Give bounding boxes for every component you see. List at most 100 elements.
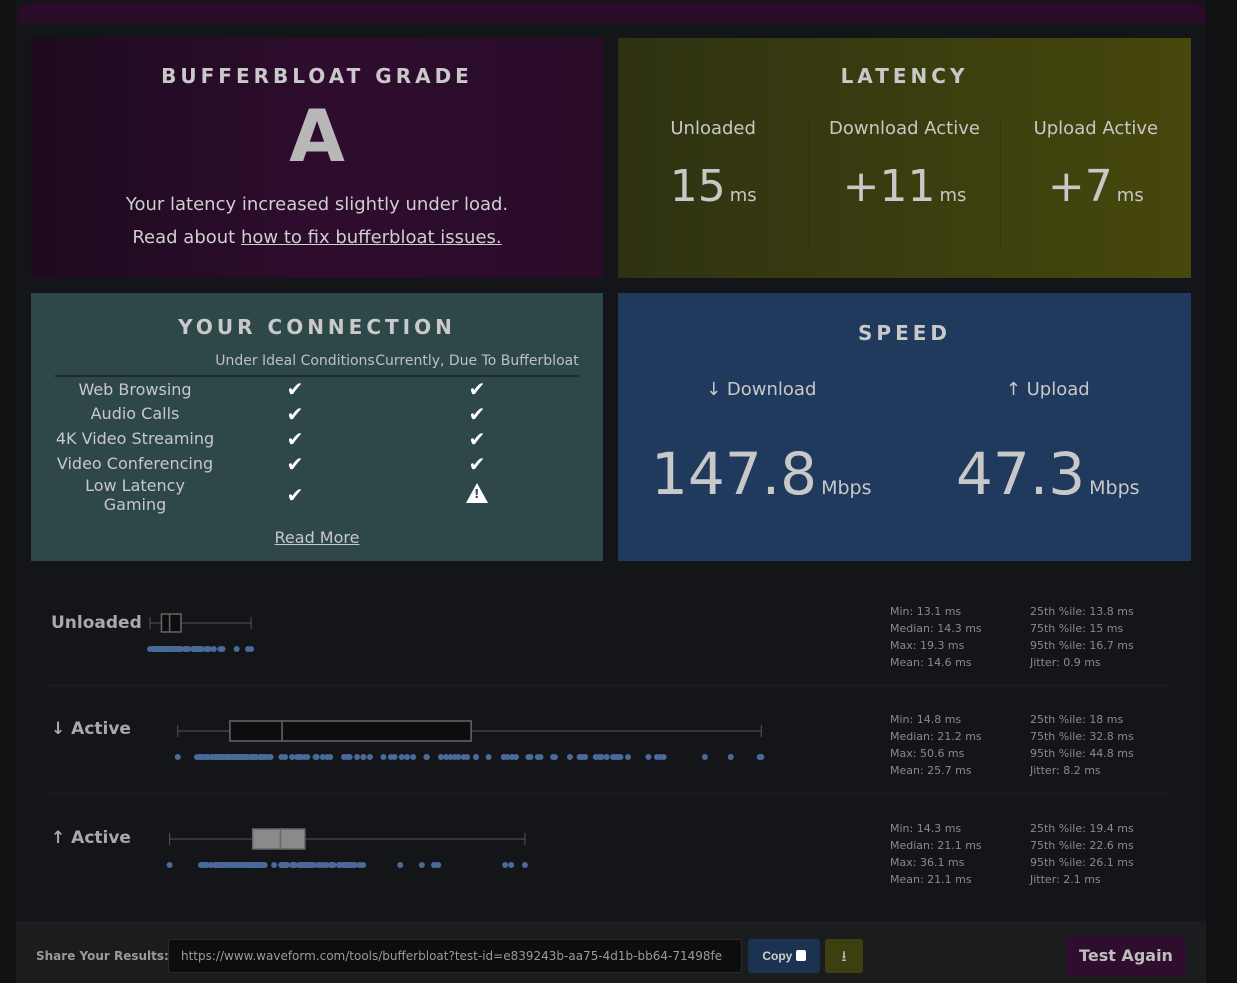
download-speed: ↓ Download 147.8 Mbps (618, 379, 905, 529)
sample-dot (508, 862, 515, 868)
sample-dot (258, 862, 265, 868)
sample-dot (653, 754, 660, 760)
speed-unit: Mbps (821, 477, 872, 499)
sample-dot (603, 754, 610, 760)
sample-dot (261, 754, 268, 760)
sample-dot (443, 754, 450, 760)
latency-value: +7 (1047, 161, 1113, 212)
check-icon: ✔ (286, 401, 304, 426)
sample-dot (320, 862, 327, 868)
latency-unit: ms (939, 185, 967, 206)
stat-item: Jitter: 0.9 ms (1030, 656, 1101, 669)
check-icon: ✔ (468, 401, 486, 426)
check-icon: ✔ (468, 451, 486, 476)
sample-dot (380, 754, 387, 760)
sample-dot (197, 862, 204, 868)
speed-title: SPEED (858, 321, 951, 345)
read-more-link[interactable]: Read More (275, 528, 360, 547)
check-icon: ✔ (468, 377, 486, 401)
stat-item: Max: 50.6 ms (890, 747, 965, 760)
sample-dot (271, 862, 278, 868)
sample-dot (233, 646, 240, 652)
sample-dot (645, 754, 652, 760)
iqr-box (229, 720, 472, 742)
sample-dot (410, 754, 417, 760)
stat-item: 75th %ile: 15 ms (1030, 622, 1124, 635)
connection-row: Audio Calls ✔ ✔ (55, 401, 579, 426)
latency-value: +11 (842, 161, 936, 212)
col-current: Currently, Due To Bufferbloat (374, 353, 579, 377)
bufferbloat-grade-panel: BUFFERBLOAT GRADE A Your latency increas… (31, 38, 603, 278)
sample-dot (660, 754, 667, 760)
fix-bufferbloat-link[interactable]: how to fix bufferbloat issues. (241, 227, 502, 248)
download-label: ↓ Download (706, 379, 817, 400)
latency-stats: 25th %ile: 18 ms 75th %ile: 32.8 ms 95th %… (1030, 711, 1134, 779)
activity-name: Audio Calls (90, 404, 180, 423)
sample-dot (397, 862, 404, 868)
latency-title: LATENCY (840, 64, 969, 88)
sample-dot (550, 754, 557, 760)
latency-stats: 25th %ile: 13.8 ms 75th %ile: 15 ms 95th %… (1030, 603, 1134, 671)
latency-unit: ms (1116, 185, 1144, 206)
test-again-button[interactable]: Test Again (1066, 936, 1186, 976)
latency-download-active: Download Active +11 ms (809, 118, 1001, 248)
sample-dot (159, 646, 166, 652)
sample-dot (166, 862, 173, 868)
sample-dot (701, 754, 708, 760)
sample-dot (360, 754, 367, 760)
stat-item: Min: 14.8 ms (890, 713, 962, 726)
sample-dot (455, 754, 462, 760)
check-icon: ✔ (286, 483, 304, 507)
sample-dot (404, 754, 411, 760)
footer: Share Your Results: Copy ⭳ Test Again (16, 921, 1206, 983)
activity-name: Web Browsing (78, 379, 192, 399)
sample-dot (293, 754, 300, 760)
sample-dot (521, 862, 528, 868)
connection-panel: YOUR CONNECTION Under Ideal Conditions Cu… (31, 293, 603, 561)
sample-dot (335, 862, 342, 868)
stat-item: 75th %ile: 32.8 ms (1030, 730, 1134, 743)
grade-title: BUFFERBLOAT GRADE (161, 64, 473, 88)
share-url-input[interactable] (168, 939, 742, 973)
latency-stats: Min: 14.3 ms Median: 21.1 ms Max: 36.1 ms M… (890, 820, 982, 888)
download-icon: ⭳ (841, 947, 847, 965)
check-icon: ✔ (468, 426, 486, 451)
sample-dot (387, 754, 394, 760)
sample-dot (357, 862, 364, 868)
download-button[interactable]: ⭳ (825, 939, 863, 973)
sample-dot (267, 754, 274, 760)
stat-item: 75th %ile: 22.6 ms (1030, 839, 1134, 852)
iqr-box (251, 828, 306, 850)
sample-dot (212, 862, 219, 868)
latency-stats: 25th %ile: 19.4 ms 75th %ile: 22.6 ms 95th… (1030, 820, 1134, 888)
sample-dot (354, 754, 361, 760)
sample-dot (418, 862, 425, 868)
sample-dot (758, 754, 765, 760)
connection-row: Video Conferencing ✔ ✔ (55, 451, 579, 476)
read-about-text: Read about (132, 227, 241, 248)
sample-dot (342, 862, 349, 868)
activity-name: Low Latency Gaming (85, 476, 185, 514)
sample-dot (217, 646, 224, 652)
copy-icon (795, 950, 806, 961)
sample-dot (617, 754, 624, 760)
stat-item: 95th %ile: 44.8 ms (1030, 747, 1134, 760)
upload-value: 47.3 (955, 440, 1086, 508)
connection-table: Under Ideal Conditions Currently, Due To … (55, 353, 579, 514)
sample-dot (341, 754, 348, 760)
sample-dot (423, 754, 430, 760)
iqr-box (160, 613, 182, 633)
stat-item: 95th %ile: 16.7 ms (1030, 639, 1134, 652)
sample-dot (464, 754, 471, 760)
copy-button[interactable]: Copy (748, 939, 820, 973)
sample-dot (366, 754, 373, 760)
sample-dot (327, 754, 334, 760)
share-label: Share Your Results: (36, 949, 169, 963)
sample-dot (598, 754, 605, 760)
sample-dot (280, 862, 287, 868)
sample-dot (296, 862, 303, 868)
sample-dot (537, 754, 544, 760)
stat-item: Mean: 25.7 ms (890, 764, 972, 777)
stat-item: Median: 21.1 ms (890, 839, 982, 852)
sample-dot (207, 862, 214, 868)
